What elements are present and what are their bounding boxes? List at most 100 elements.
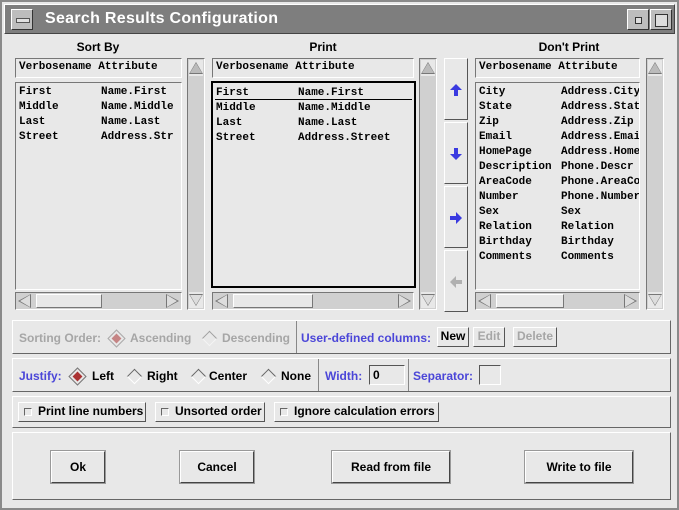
- print-line-numbers-label: Print line numbers: [38, 404, 144, 418]
- list-item-attribute: Name.First: [298, 87, 365, 99]
- list-item[interactable]: Middle Name.Middle: [213, 101, 414, 116]
- sort-by-list-header: Verbosename Attribute: [15, 58, 182, 78]
- scroll-thumb[interactable]: [233, 294, 313, 308]
- unsorted-order-checkbox[interactable]: Unsorted order: [155, 402, 265, 422]
- list-item[interactable]: Last Name.Last: [16, 115, 181, 130]
- list-item[interactable]: Email Address.Emai: [476, 130, 639, 145]
- list-item[interactable]: Birthday Birthday: [476, 235, 639, 250]
- write-to-file-button[interactable]: Write to file: [524, 450, 634, 484]
- dont-print-list[interactable]: City Address.City State Address.Stat Zip Addr…: [475, 82, 640, 290]
- justify-left-label: Left: [92, 369, 114, 383]
- width-input[interactable]: 0: [369, 365, 405, 385]
- descending-radio[interactable]: [201, 330, 218, 347]
- list-item-attribute: Name.Middle: [101, 101, 174, 113]
- sort-by-list[interactable]: First Name.First Middle Name.Middle Last Name…: [15, 82, 182, 290]
- list-item[interactable]: Last Name.Last: [213, 116, 414, 131]
- scroll-up-arrow-icon[interactable]: [421, 60, 435, 76]
- list-item-name: Number: [479, 191, 519, 203]
- justify-center-radio[interactable]: [190, 368, 207, 385]
- scroll-left-arrow-icon[interactable]: [214, 294, 230, 308]
- scroll-right-arrow-icon[interactable]: [622, 294, 638, 308]
- list-item[interactable]: AreaCode Phone.AreaCo: [476, 175, 639, 190]
- move-down-button[interactable]: [444, 122, 468, 184]
- list-item-name: Middle: [19, 101, 59, 113]
- scroll-left-arrow-icon[interactable]: [477, 294, 493, 308]
- delete-column-button[interactable]: Delete: [513, 327, 557, 347]
- descending-label: Descending: [222, 331, 291, 345]
- list-item[interactable]: Zip Address.Zip: [476, 115, 639, 130]
- list-item-name: Relation: [479, 221, 532, 233]
- ascending-radio[interactable]: [107, 329, 126, 348]
- list-item[interactable]: Middle Name.Middle: [16, 100, 181, 115]
- list-item[interactable]: City Address.City: [476, 85, 639, 100]
- list-item[interactable]: Number Phone.Number: [476, 190, 639, 205]
- justify-bar: Justify: Left Right Center None Width: 0…: [12, 358, 671, 392]
- scroll-left-arrow-icon[interactable]: [17, 294, 33, 308]
- justify-none-label: None: [281, 369, 311, 383]
- list-item-name: Last: [19, 116, 46, 128]
- list-item[interactable]: HomePage Address.Home: [476, 145, 639, 160]
- print-list[interactable]: First Name.First Middle Name.Middle Last Name…: [211, 81, 416, 288]
- justify-left-radio[interactable]: [68, 367, 87, 386]
- dont-print-vertical-scrollbar[interactable]: [646, 58, 664, 310]
- list-item-attribute: Phone.Number: [561, 191, 640, 203]
- list-item[interactable]: Relation Relation: [476, 220, 639, 235]
- list-item[interactable]: State Address.Stat: [476, 100, 639, 115]
- print-list-header: Verbosename Attribute: [212, 58, 414, 78]
- edit-column-button[interactable]: Edit: [473, 327, 505, 347]
- button-area: Ok Cancel Read from file Write to file: [12, 432, 671, 500]
- window-menu-button[interactable]: [11, 9, 33, 30]
- justify-none-radio[interactable]: [260, 368, 277, 385]
- sort-by-horizontal-scrollbar[interactable]: [15, 292, 182, 310]
- sort-by-vertical-scrollbar[interactable]: [187, 58, 205, 310]
- dont-print-list-header: Verbosename Attribute: [475, 58, 640, 78]
- title-bar[interactable]: Search Results Configuration: [4, 4, 675, 34]
- scroll-up-arrow-icon[interactable]: [648, 60, 662, 76]
- header-verbosename: Verbosename: [19, 61, 92, 73]
- scroll-down-arrow-icon[interactable]: [648, 292, 662, 308]
- cancel-button[interactable]: Cancel: [179, 450, 255, 484]
- list-item[interactable]: Sex Sex: [476, 205, 639, 220]
- list-item-attribute: Address.City: [561, 86, 640, 98]
- list-item-name: Email: [479, 131, 513, 143]
- read-from-file-button[interactable]: Read from file: [331, 450, 451, 484]
- ok-button[interactable]: Ok: [50, 450, 106, 484]
- scroll-right-arrow-icon[interactable]: [164, 294, 180, 308]
- dont-print-horizontal-scrollbar[interactable]: [475, 292, 640, 310]
- print-line-numbers-checkbox[interactable]: Print line numbers: [18, 402, 146, 422]
- scroll-down-arrow-icon[interactable]: [421, 292, 435, 308]
- separator-input[interactable]: [479, 365, 501, 385]
- list-item-name: Street: [19, 131, 59, 143]
- list-item[interactable]: Comments Comments: [476, 250, 639, 265]
- new-column-button[interactable]: New: [437, 327, 469, 347]
- sorting-order-group: Sorting Order: Ascending Descending: [13, 321, 297, 353]
- scroll-thumb[interactable]: [496, 294, 564, 308]
- scroll-up-arrow-icon[interactable]: [189, 60, 203, 76]
- scroll-thumb[interactable]: [36, 294, 102, 308]
- print-vertical-scrollbar[interactable]: [419, 58, 437, 310]
- minimize-button[interactable]: [627, 9, 649, 30]
- move-up-button[interactable]: [444, 58, 468, 120]
- window-title: Search Results Configuration: [45, 10, 279, 27]
- list-item-attribute: Name.Last: [298, 117, 358, 129]
- maximize-button[interactable]: [650, 9, 672, 30]
- list-item[interactable]: First Name.First: [16, 85, 181, 100]
- list-item[interactable]: Description Phone.Descr: [476, 160, 639, 175]
- print-horizontal-scrollbar[interactable]: [212, 292, 414, 310]
- list-item[interactable]: Street Address.Street: [213, 131, 414, 146]
- checkbox-icon: [161, 408, 169, 416]
- scroll-down-arrow-icon[interactable]: [189, 292, 203, 308]
- header-attribute: Attribute: [98, 61, 158, 73]
- justify-right-radio[interactable]: [126, 368, 143, 385]
- list-item[interactable]: First Name.First: [213, 86, 414, 101]
- move-left-button[interactable]: [444, 250, 468, 312]
- list-item-name: Street: [216, 132, 256, 144]
- arrow-right-icon: [450, 212, 462, 224]
- list-item[interactable]: Street Address.Str: [16, 130, 181, 145]
- header-verbosename: Verbosename: [479, 61, 552, 73]
- arrow-down-icon: [450, 148, 462, 160]
- list-item-attribute: Relation: [561, 221, 614, 233]
- scroll-right-arrow-icon[interactable]: [396, 294, 412, 308]
- ignore-calculation-errors-checkbox[interactable]: Ignore calculation errors: [274, 402, 439, 422]
- move-right-button[interactable]: [444, 186, 468, 248]
